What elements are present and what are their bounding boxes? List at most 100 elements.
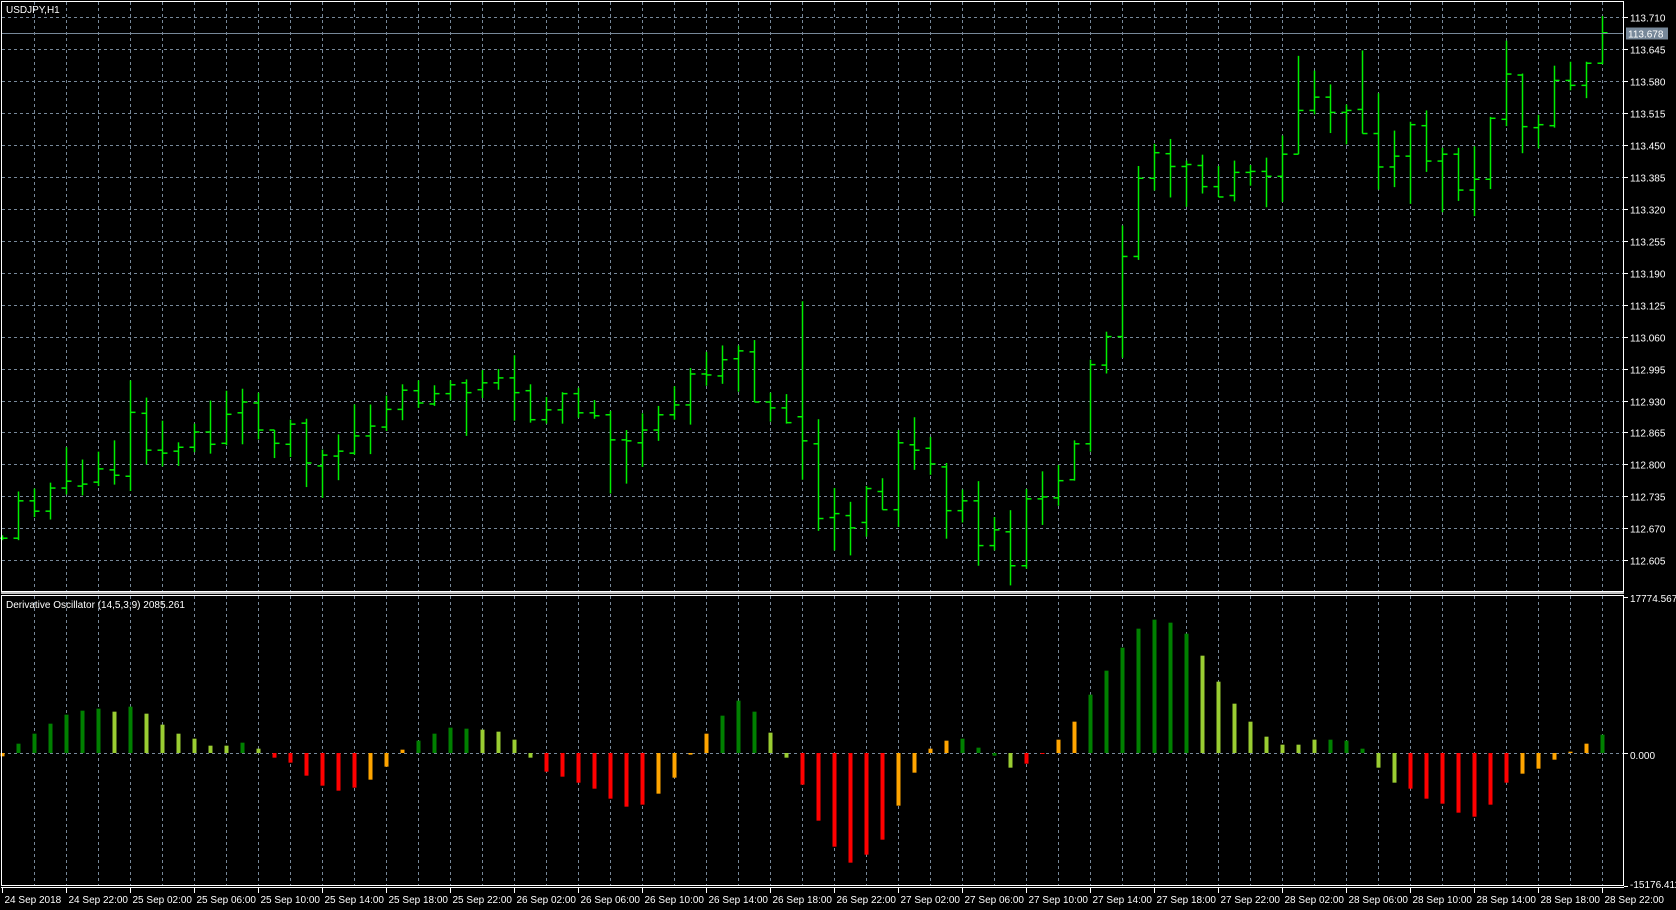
price-axis-label: 112.670 <box>1630 525 1666 536</box>
oscillator-bar <box>896 753 901 806</box>
oscillator-bar <box>32 733 37 753</box>
ohlc-bar <box>317 449 328 498</box>
oscillator-bar <box>1472 753 1477 817</box>
ohlc-bar <box>573 387 584 418</box>
price-axis-label: 112.995 <box>1630 366 1666 377</box>
oscillator-bar <box>512 739 517 753</box>
oscillator-bar <box>1104 670 1109 753</box>
oscillator-bar <box>1136 628 1141 753</box>
oscillator-bar <box>944 740 949 753</box>
price-axis-label: 112.800 <box>1630 461 1666 472</box>
price-axis-label: 113.580 <box>1630 78 1666 89</box>
ohlc-bar <box>813 419 824 531</box>
oscillator-bar <box>1552 753 1557 760</box>
oscillator-bar <box>208 745 213 753</box>
oscillator-bar <box>256 748 261 753</box>
ohlc-bar <box>749 340 760 403</box>
ohlc-bar <box>701 351 712 386</box>
time-axis-label: 27 Sep 10:00 <box>1029 895 1089 906</box>
oscillator-bar <box>992 753 997 756</box>
ohlc-bar <box>957 489 968 523</box>
ohlc-bar <box>1293 55 1304 155</box>
main-pane-frame <box>1 1 1624 592</box>
oscillator-bar <box>1264 736 1269 753</box>
ohlc-bar <box>349 404 360 455</box>
oscillator-bar <box>624 753 629 807</box>
ohlc-bar <box>1133 165 1144 260</box>
ohlc-bar <box>365 404 376 455</box>
ohlc-bar <box>765 392 776 422</box>
ohlc-bar <box>1053 464 1064 506</box>
oscillator-bar <box>1120 647 1125 753</box>
oscillator-bar <box>1488 753 1493 805</box>
price-axis-label: 113.450 <box>1630 142 1666 153</box>
time-axis-label: 25 Sep 22:00 <box>453 895 513 906</box>
oscillator-bar <box>1152 619 1157 753</box>
oscillator-bar <box>416 740 421 753</box>
ohlc-bar <box>1389 130 1400 188</box>
time-axis-label: 26 Sep 02:00 <box>517 895 577 906</box>
oscillator-bar <box>384 753 389 767</box>
oscillator-bar <box>1536 753 1541 769</box>
ohlc-bar <box>397 384 408 421</box>
ohlc-bar <box>413 380 424 408</box>
price-axis-label: 113.320 <box>1630 206 1666 217</box>
ohlc-bar <box>1453 147 1464 201</box>
ohlc-bar <box>685 368 696 425</box>
oscillator-bar <box>1168 622 1173 753</box>
oscillator-bar <box>1424 753 1429 799</box>
ohlc-bar <box>189 423 200 453</box>
oscillator-bar <box>736 700 741 753</box>
time-axis-label: 28 Sep 06:00 <box>1349 895 1409 906</box>
indicator-pane-frame <box>1 595 1624 886</box>
price-axis-label: 113.710 <box>1630 14 1666 25</box>
oscillator-bar <box>784 753 789 758</box>
ohlc-bar <box>1469 146 1480 217</box>
ohlc-bar <box>1357 50 1368 135</box>
ohlc-bar <box>1421 110 1432 172</box>
chart-window[interactable]: 113.710 113.645 113.580 113.515 113.450 113.3… <box>0 0 1676 910</box>
ohlc-bar <box>1149 143 1160 191</box>
oscillator-bar <box>16 743 21 753</box>
ohlc-bar <box>781 394 792 424</box>
ohlc-bar <box>861 486 872 537</box>
time-axis-label: 27 Sep 06:00 <box>965 895 1025 906</box>
time-axis-label: 28 Sep 14:00 <box>1477 895 1537 906</box>
ohlc-bar <box>429 385 440 406</box>
oscillator-bar <box>1600 734 1605 753</box>
oscillator-bar <box>1296 744 1301 753</box>
oscillator-bar <box>1328 739 1333 753</box>
oscillator-bar <box>352 753 357 788</box>
ohlc-bar <box>301 418 312 488</box>
oscillator-bar <box>1520 753 1525 774</box>
oscillator-bar <box>800 753 805 785</box>
time-axis-label: 25 Sep 14:00 <box>325 895 385 906</box>
ohlc-bar <box>237 388 248 445</box>
oscillator-bar <box>176 733 181 753</box>
ohlc-bar <box>125 380 136 491</box>
time-axis-label: 28 Sep 10:00 <box>1413 895 1473 906</box>
ohlc-bar <box>93 451 104 487</box>
price-axis-label: 112.605 <box>1630 557 1666 568</box>
oscillator-bar <box>112 711 117 753</box>
oscillator-bar <box>1184 633 1189 753</box>
oscillator-bar <box>592 753 597 789</box>
oscillator-bar <box>336 753 341 791</box>
ohlc-bar <box>1181 160 1192 207</box>
price-axis-label: 112.930 <box>1630 398 1666 409</box>
ohlc-bar <box>509 355 520 421</box>
oscillator-bar <box>192 738 197 753</box>
oscillator-bar <box>960 738 965 753</box>
oscillator-scale-label-zero: 0.000 <box>1630 751 1655 762</box>
ohlc-bar <box>1405 121 1416 204</box>
price-axis-label: 113.645 <box>1630 46 1666 57</box>
ohlc-bar <box>1533 114 1544 149</box>
ohlc-bar <box>1565 61 1576 91</box>
time-axis-label: 26 Sep 14:00 <box>709 895 769 906</box>
oscillator-bar <box>640 753 645 805</box>
oscillator-bar <box>1072 721 1077 753</box>
oscillator-bar <box>288 753 293 763</box>
oscillator-bar <box>1008 753 1013 768</box>
oscillator-bar <box>1088 694 1093 753</box>
ohlc-bar <box>61 447 72 495</box>
